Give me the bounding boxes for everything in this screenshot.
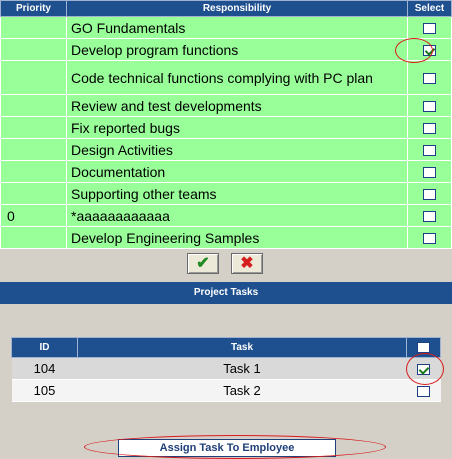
responsibility-row: Fix reported bugs bbox=[0, 116, 452, 139]
tasks-table: ID Task 104 Task 1 105 Task 2 bbox=[11, 337, 441, 402]
task-name: Task 2 bbox=[77, 379, 407, 402]
responsibility-row: GO Fundamentals bbox=[0, 16, 452, 39]
checkmark-icon[interactable]: ✔ bbox=[187, 253, 219, 274]
task-checkbox[interactable] bbox=[417, 386, 430, 398]
responsibility-cell: Fix reported bugs bbox=[66, 116, 408, 139]
select-checkbox[interactable] bbox=[423, 233, 436, 245]
priority-cell[interactable] bbox=[0, 94, 67, 117]
responsibility-cell: Documentation bbox=[66, 160, 408, 183]
responsibility-header: Responsibility bbox=[66, 0, 408, 17]
priority-cell[interactable] bbox=[0, 16, 67, 39]
priority-cell[interactable] bbox=[0, 60, 67, 95]
responsibility-row: Develop Engineering Samples bbox=[0, 226, 452, 249]
responsibility-table: Priority Responsibility Select GO Fundam… bbox=[0, 0, 452, 249]
responsibility-row: Supporting other teams bbox=[0, 182, 452, 205]
select-checkbox[interactable] bbox=[423, 189, 436, 201]
priority-cell[interactable] bbox=[0, 116, 67, 139]
priority-cell[interactable]: 0 bbox=[0, 204, 67, 227]
task-name: Task 1 bbox=[77, 357, 407, 380]
responsibility-row: Code technical functions complying with … bbox=[0, 60, 452, 95]
responsibility-cell: Develop program functions bbox=[66, 38, 408, 61]
responsibility-row: Design Activities bbox=[0, 138, 452, 161]
responsibility-row: 0 *aaaaaaaaaaaa bbox=[0, 204, 452, 227]
responsibility-row: Develop program functions bbox=[0, 38, 452, 61]
priority-header: Priority bbox=[0, 0, 67, 17]
task-id: 104 bbox=[11, 357, 78, 380]
id-header: ID bbox=[11, 337, 78, 358]
project-tasks-title: Project Tasks bbox=[0, 282, 452, 304]
annotation-circle bbox=[406, 353, 444, 385]
select-checkbox[interactable] bbox=[423, 211, 436, 223]
select-checkbox[interactable] bbox=[423, 167, 436, 179]
x-icon[interactable]: ✖ bbox=[231, 253, 263, 274]
responsibility-cell: Develop Engineering Samples bbox=[66, 226, 408, 249]
responsibility-cell: *aaaaaaaaaaaa bbox=[66, 204, 408, 227]
priority-cell[interactable] bbox=[0, 182, 67, 205]
responsibility-cell: Design Activities bbox=[66, 138, 408, 161]
select-all-checkbox[interactable] bbox=[417, 341, 430, 353]
select-header: Select bbox=[407, 0, 452, 17]
priority-cell[interactable] bbox=[0, 138, 67, 161]
priority-cell[interactable] bbox=[0, 38, 67, 61]
priority-cell[interactable] bbox=[0, 160, 67, 183]
table-row: 105 Task 2 bbox=[11, 379, 441, 402]
table-row: 104 Task 1 bbox=[11, 357, 441, 380]
responsibility-row: Documentation bbox=[0, 160, 452, 183]
responsibility-row: Review and test developments bbox=[0, 94, 452, 117]
priority-cell[interactable] bbox=[0, 226, 67, 249]
action-buttons: ✔ ✖ bbox=[0, 250, 452, 278]
task-header: Task bbox=[77, 337, 407, 358]
select-checkbox[interactable] bbox=[423, 123, 436, 135]
task-id: 105 bbox=[11, 379, 78, 402]
responsibility-cell: GO Fundamentals bbox=[66, 16, 408, 39]
responsibility-cell: Code technical functions complying with … bbox=[66, 60, 408, 95]
annotation-circle bbox=[84, 435, 386, 459]
responsibility-cell: Supporting other teams bbox=[66, 182, 408, 205]
annotation-circle bbox=[395, 38, 433, 63]
select-checkbox[interactable] bbox=[423, 101, 436, 113]
responsibility-cell: Review and test developments bbox=[66, 94, 408, 117]
select-checkbox[interactable] bbox=[423, 145, 436, 157]
select-checkbox[interactable] bbox=[423, 23, 436, 35]
select-checkbox[interactable] bbox=[423, 73, 436, 85]
